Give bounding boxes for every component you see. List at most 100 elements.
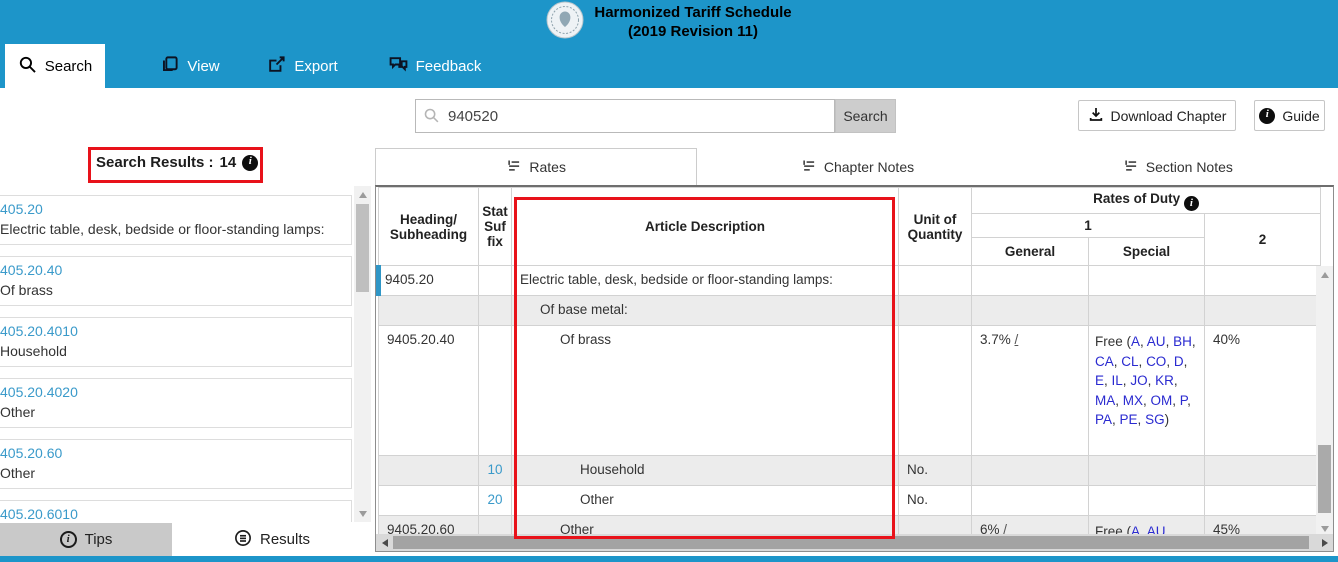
filter-lines-icon xyxy=(506,158,521,176)
result-code-link[interactable]: 405.20.6010 xyxy=(0,504,345,522)
search-result-item[interactable]: 405.20.4010Household xyxy=(0,317,352,367)
spi-country-link[interactable]: AU xyxy=(1147,334,1166,349)
spi-country-link[interactable]: PA xyxy=(1095,412,1112,427)
spi-country-link[interactable]: IL xyxy=(1112,373,1123,388)
result-code-link[interactable]: 405.20 xyxy=(0,199,345,219)
spi-country-link[interactable]: SG xyxy=(1145,412,1165,427)
result-code-link[interactable]: 405.20.4010 xyxy=(0,321,345,341)
scrollbar-thumb[interactable] xyxy=(393,536,1309,549)
rates-of-duty-label: Rates of Duty xyxy=(1093,191,1180,206)
tab-results[interactable]: Results xyxy=(172,523,372,556)
filter-lines-icon xyxy=(801,158,816,176)
cell-unit-of-quantity xyxy=(899,326,972,456)
table-vertical-scrollbar[interactable] xyxy=(1316,266,1333,537)
cell-article-description: Of brass xyxy=(512,326,899,456)
spi-country-link[interactable]: E xyxy=(1095,373,1104,388)
info-icon xyxy=(1259,108,1275,124)
spi-country-link[interactable]: CO xyxy=(1146,354,1166,369)
nav-tab-label: Search xyxy=(45,58,93,75)
stat-suffix-link[interactable]: 10 xyxy=(487,462,502,477)
tab-chapter-notes[interactable]: Chapter Notes xyxy=(697,148,1017,185)
tab-rates[interactable]: Rates xyxy=(375,148,697,185)
result-code-link[interactable]: 405.20.40 xyxy=(0,260,345,280)
tab-section-notes[interactable]: Section Notes xyxy=(1018,148,1338,185)
spi-country-link[interactable]: CL xyxy=(1121,354,1138,369)
cell-unit-of-quantity xyxy=(899,266,972,296)
cell-heading-subheading: 9405.20 xyxy=(379,266,479,296)
spi-country-link[interactable]: OM xyxy=(1151,393,1173,408)
result-code-link[interactable]: 405.20.4020 xyxy=(0,382,345,402)
cell-stat-suffix: 10 xyxy=(479,456,512,486)
spi-country-link[interactable]: MX xyxy=(1123,393,1143,408)
nav-tab-feedback[interactable]: Feedback xyxy=(380,44,490,88)
cell-special-rates xyxy=(1089,486,1205,516)
cell-duty-rate-2 xyxy=(1205,486,1321,516)
search-result-item[interactable]: 405.20.40Of brass xyxy=(0,256,352,306)
info-icon[interactable] xyxy=(242,155,258,171)
tab-label: Section Notes xyxy=(1146,159,1233,175)
pages-icon xyxy=(160,55,179,78)
cell-special-rates: Free (A, AU, BH, CA, CL, CO, D, E, IL, J… xyxy=(1089,326,1205,456)
tab-tips[interactable]: Tips xyxy=(0,523,172,556)
nav-tab-view[interactable]: View xyxy=(145,44,235,88)
spi-country-link[interactable]: PE xyxy=(1120,412,1138,427)
scroll-down-arrow[interactable] xyxy=(354,505,371,522)
info-icon[interactable] xyxy=(1184,196,1199,211)
cell-heading-subheading xyxy=(379,456,479,486)
download-chapter-button[interactable]: Download Chapter xyxy=(1078,100,1236,131)
download-button-label: Download Chapter xyxy=(1111,108,1227,124)
results-tab-label: Results xyxy=(260,531,310,548)
nav-tab-label: View xyxy=(187,58,219,75)
result-code-link[interactable]: 405.20.60 xyxy=(0,443,345,463)
search-input[interactable] xyxy=(415,99,835,133)
spi-country-link[interactable]: MA xyxy=(1095,393,1115,408)
cell-special-rates xyxy=(1089,296,1205,326)
spi-country-link[interactable]: P xyxy=(1180,393,1187,408)
cell-heading-subheading xyxy=(379,486,479,516)
spi-country-link[interactable]: BH xyxy=(1173,334,1192,349)
cell-duty-rate-2: 40% xyxy=(1205,326,1321,456)
spi-country-link[interactable]: A xyxy=(1131,334,1140,349)
results-list-scrollbar[interactable] xyxy=(354,186,371,522)
search-results-label: Search Results : xyxy=(96,154,214,171)
table-horizontal-scrollbar[interactable] xyxy=(376,534,1333,551)
result-description: Other xyxy=(0,402,345,422)
scrollbar-thumb[interactable] xyxy=(1318,445,1331,513)
cell-unit-of-quantity xyxy=(899,296,972,326)
feedback-bubbles-icon xyxy=(389,55,408,78)
col-header-2: 2 xyxy=(1205,214,1321,266)
search-result-item[interactable]: 405.20.6010Household xyxy=(0,500,352,522)
guide-button[interactable]: Guide xyxy=(1254,100,1325,131)
nav-tab-export[interactable]: Export xyxy=(255,44,350,88)
search-button[interactable]: Search xyxy=(835,99,896,133)
spi-country-link[interactable]: KR xyxy=(1155,373,1174,388)
search-result-item[interactable]: 405.20.60Other xyxy=(0,439,352,489)
search-result-item[interactable]: 405.20Electric table, desk, bedside or f… xyxy=(0,195,352,245)
stat-suffix-link[interactable]: 20 xyxy=(487,492,502,507)
scroll-left-arrow[interactable] xyxy=(376,534,393,551)
scroll-up-arrow[interactable] xyxy=(354,186,371,203)
spi-country-link[interactable]: CA xyxy=(1095,354,1114,369)
usitc-seal-icon xyxy=(546,1,584,44)
cell-stat-suffix xyxy=(479,326,512,456)
cell-stat-suffix xyxy=(479,296,512,326)
filter-lines-icon xyxy=(1123,158,1138,176)
scrollbar-thumb[interactable] xyxy=(356,204,369,292)
cell-general-rate xyxy=(972,456,1089,486)
detail-tabs: Rates Chapter Notes Section Notes xyxy=(375,148,1338,185)
info-outline-icon xyxy=(60,531,77,548)
app-header: Harmonized Tariff Schedule (2019 Revisio… xyxy=(0,0,1338,44)
spi-country-link[interactable]: D xyxy=(1174,354,1184,369)
cell-special-rates xyxy=(1089,266,1205,296)
cell-duty-rate-2 xyxy=(1205,456,1321,486)
spi-country-link[interactable]: JO xyxy=(1130,373,1147,388)
scroll-right-arrow[interactable] xyxy=(1316,534,1333,551)
scroll-up-arrow[interactable] xyxy=(1316,266,1333,283)
search-result-item[interactable]: 405.20.4020Other xyxy=(0,378,352,428)
col-header-stat-suffix: Stat Suf fix xyxy=(479,188,512,266)
search-results-list: 405.20Electric table, desk, bedside or f… xyxy=(0,186,354,522)
nav-tab-search[interactable]: Search xyxy=(5,44,105,88)
cell-heading-subheading: 9405.20.40 xyxy=(379,326,479,456)
footnote-link[interactable]: / xyxy=(1015,332,1019,347)
nav-tab-label: Export xyxy=(294,58,337,75)
